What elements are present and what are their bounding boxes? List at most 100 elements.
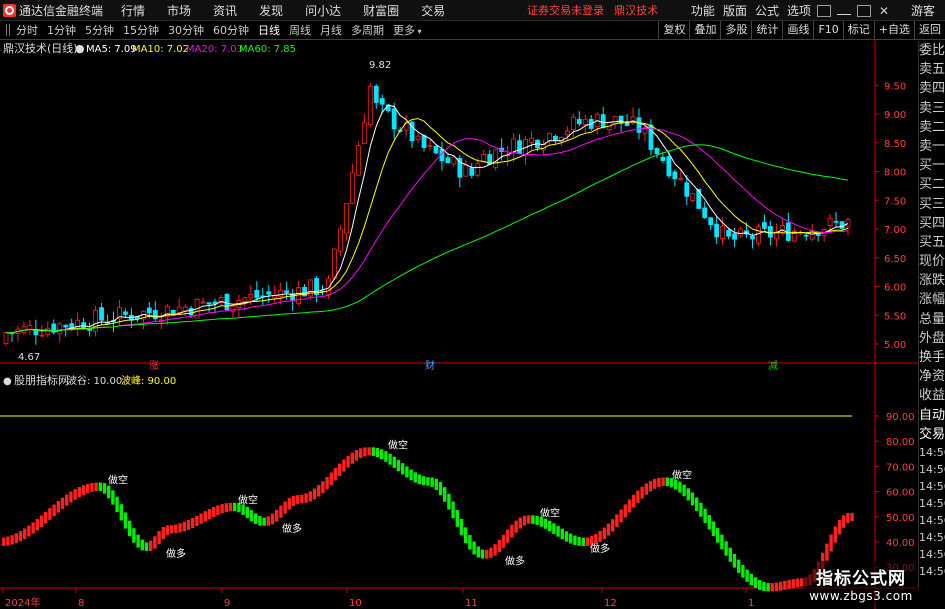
sidebar-item[interactable]: 外盘 xyxy=(919,329,945,348)
sidebar-item[interactable]: 涨跌 xyxy=(919,271,945,290)
menu-caifuquan[interactable]: 财富圈 xyxy=(363,2,399,19)
chart-area[interactable]: 9.50 9.00 8.50 8.00 7.50 7.00 6.50 6.00 5.50 5.00… xyxy=(0,40,918,609)
menu-hangqing[interactable]: 行情 xyxy=(121,2,145,19)
ma10-line xyxy=(6,118,849,334)
wave-down-bar xyxy=(472,541,476,555)
window-layout-icon[interactable] xyxy=(816,4,831,17)
btn-duogu[interactable]: 多股 xyxy=(720,21,751,39)
wave-up-bar xyxy=(489,547,493,558)
menu-banmian[interactable]: 版面 xyxy=(723,2,747,19)
candle-body xyxy=(379,98,385,105)
sidebar-item[interactable]: 现价 xyxy=(919,252,945,271)
wave-down-bar xyxy=(468,535,472,550)
indicator-trough-label: 波谷: 10.00 xyxy=(67,374,122,387)
sidebar-item[interactable]: 买二 xyxy=(919,175,945,194)
indicator-tick-label: 40.00 xyxy=(886,538,915,549)
btn-diejia[interactable]: 叠加 xyxy=(689,21,720,39)
wave-up-bar xyxy=(640,486,644,499)
sidebar-item[interactable]: 买四 xyxy=(919,214,945,233)
wave-down-bar xyxy=(707,514,711,530)
login-status[interactable]: 证券交易未登录 xyxy=(527,2,604,18)
wave-down-bar xyxy=(535,515,539,525)
period-more[interactable]: 更多 xyxy=(393,22,422,38)
wave-down-bar xyxy=(665,477,669,487)
sidebar-item[interactable]: 委比 xyxy=(919,41,945,60)
period-5min[interactable]: 5分钟 xyxy=(85,22,114,38)
wave-up-bar xyxy=(48,508,52,520)
menu-gongshi[interactable]: 公式 xyxy=(755,2,779,19)
indicator-tick-label: 80.00 xyxy=(886,437,915,448)
candle-body xyxy=(827,217,833,226)
wave-up-bar xyxy=(90,482,94,492)
wave-down-bar xyxy=(417,474,422,485)
sidebar-auto-trade[interactable]: 交易 xyxy=(919,425,945,444)
candle-body xyxy=(421,135,427,148)
period-15min[interactable]: 15分钟 xyxy=(123,22,159,38)
sidebar-item[interactable]: 买三 xyxy=(919,195,945,214)
wave-down-bar xyxy=(144,542,149,551)
btn-add-watchlist[interactable]: +自选 xyxy=(873,21,914,39)
candle-body xyxy=(612,116,618,125)
sidebar-auto-trade[interactable]: 自动 xyxy=(919,406,945,425)
wave-up-bar xyxy=(308,491,312,502)
btn-tongji[interactable]: 统计 xyxy=(751,21,782,39)
candle-body xyxy=(517,140,522,155)
menu-wenxiaoda[interactable]: 问小达 xyxy=(305,2,341,19)
sidebar-item[interactable]: 卖五 xyxy=(919,60,945,79)
btn-f10[interactable]: F10 xyxy=(813,21,842,39)
event-marker-cai[interactable]: 财 xyxy=(425,359,435,372)
wave-up-bar xyxy=(774,582,779,592)
wave-down-bar xyxy=(140,539,144,551)
wave-down-bar xyxy=(422,476,426,486)
candle-body xyxy=(224,293,230,310)
menu-jiaoyi[interactable]: 交易 xyxy=(421,2,445,19)
price-tick-label: 6.50 xyxy=(884,254,906,265)
menu-shichang[interactable]: 市场 xyxy=(167,2,191,19)
menu-faxian[interactable]: 发现 xyxy=(259,2,283,19)
sidebar-item[interactable]: 买一 xyxy=(919,156,945,175)
wave-down-bar xyxy=(699,502,703,517)
sidebar-item[interactable]: 买五 xyxy=(919,233,945,252)
wave-down-bar xyxy=(426,477,430,486)
menu-gongneng[interactable]: 功能 xyxy=(691,2,715,19)
period-week[interactable]: 周线 xyxy=(289,22,311,38)
maximize-icon[interactable] xyxy=(856,4,871,17)
wave-up-bar xyxy=(632,494,636,508)
period-multi[interactable]: 多周期 xyxy=(351,22,384,38)
btn-back[interactable]: 返回 xyxy=(914,21,945,39)
close-icon[interactable]: ✕ xyxy=(877,5,891,17)
event-marker-zhang[interactable]: 涨 xyxy=(149,360,159,372)
btn-huaxian[interactable]: 画线 xyxy=(782,21,813,39)
sidebar-item[interactable]: 卖二 xyxy=(919,118,945,137)
period-month[interactable]: 月线 xyxy=(320,22,342,38)
btn-fuquan[interactable]: 复权 xyxy=(658,21,689,39)
sidebar-item[interactable]: 卖一 xyxy=(919,137,945,156)
sidebar-trade-time: 14:56 xyxy=(919,530,945,544)
sidebar-item[interactable]: 收益 xyxy=(919,386,945,405)
period-60min[interactable]: 60分钟 xyxy=(213,22,249,38)
btn-biaoji[interactable]: 标记 xyxy=(842,21,874,39)
user-guest[interactable]: 游客 xyxy=(911,2,935,19)
event-marker-jian[interactable]: 减 xyxy=(768,360,778,372)
sidebar-item[interactable]: 卖四 xyxy=(919,79,945,98)
period-1min[interactable]: 1分钟 xyxy=(47,22,76,38)
wave-up-bar xyxy=(522,515,527,526)
sidebar-item[interactable]: 总量 xyxy=(919,310,945,329)
wave-down-bar xyxy=(459,518,464,536)
menu-zixun[interactable]: 资讯 xyxy=(213,2,237,19)
toolbar-handle-icon[interactable] xyxy=(6,24,10,36)
period-30min[interactable]: 30分钟 xyxy=(168,22,204,38)
sidebar-item[interactable]: 净资 xyxy=(919,367,945,386)
menu-xuanxiang[interactable]: 选项 xyxy=(787,2,811,19)
sidebar-item[interactable]: 涨幅 xyxy=(919,290,945,309)
period-day[interactable]: 日线 xyxy=(258,22,280,38)
wave-up-bar xyxy=(800,578,804,587)
wave-up-bar xyxy=(86,483,90,494)
sidebar-item[interactable]: 卖三 xyxy=(919,99,945,118)
sidebar-item[interactable]: 换手 xyxy=(919,348,945,367)
wave-down-bar xyxy=(258,516,262,526)
price-tick-label: 8.00 xyxy=(884,168,906,179)
minimize-icon[interactable] xyxy=(836,7,851,15)
wave-up-bar xyxy=(627,499,632,513)
period-fenshi[interactable]: 分时 xyxy=(16,22,38,38)
